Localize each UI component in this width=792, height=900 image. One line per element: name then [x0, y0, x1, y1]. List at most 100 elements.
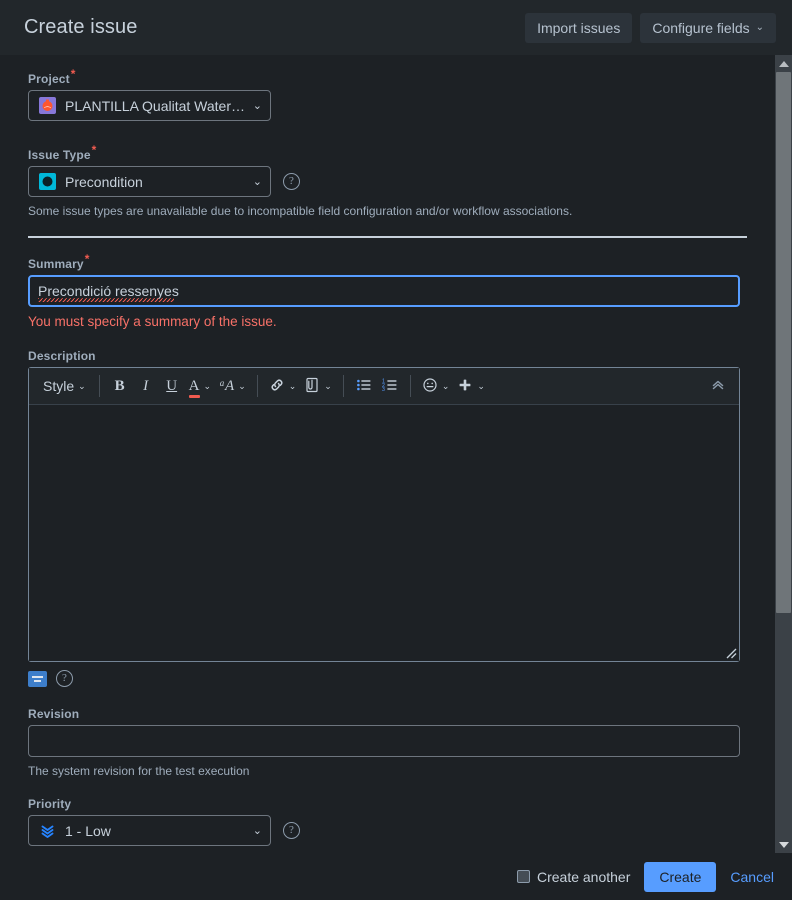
preview-icon[interactable] [28, 670, 47, 687]
page-title: Create issue [24, 16, 138, 38]
create-another-label: Create another [536, 868, 631, 885]
italic-button[interactable]: I [133, 373, 159, 399]
numbered-list-icon: 1 2 3 [382, 377, 398, 396]
import-issues-button[interactable]: Import issues [525, 12, 633, 43]
project-value: PLANTILLA Qualitat Waterf… [65, 97, 247, 114]
emoji-icon [422, 377, 438, 396]
scroll-up-button[interactable] [775, 55, 792, 72]
configure-fields-label: Configure fields [652, 19, 750, 36]
section-divider [28, 236, 747, 238]
create-issue-dialog: Create issue Import issues Configure fie… [0, 0, 792, 900]
resize-handle[interactable] [723, 645, 737, 659]
text-color-button[interactable]: A ⌄ [185, 373, 215, 399]
text-color-glyph: A [188, 377, 200, 394]
chevron-down-icon: ⌄ [252, 825, 262, 837]
scrollbar-thumb[interactable] [776, 72, 791, 613]
summary-input-wrap [28, 275, 740, 307]
bullet-list-button[interactable] [351, 373, 377, 399]
chevrons-up-icon [710, 377, 726, 396]
project-label: Project* [28, 67, 747, 86]
style-dropdown[interactable]: Style ⌄ [37, 373, 92, 399]
toolbar-separator [342, 375, 344, 397]
revision-label: Revision [28, 707, 80, 721]
bold-button[interactable]: B [107, 373, 133, 399]
chevron-down-icon: ⌄ [441, 380, 450, 391]
text-color-icon: A [188, 377, 200, 398]
attachment-icon [304, 377, 320, 396]
chevron-down-icon: ⌄ [252, 176, 262, 188]
chevron-down-icon: ⌄ [238, 380, 246, 391]
priority-row: 1 - Low ⌄ ? [28, 815, 747, 846]
editor-footer: ? [28, 670, 747, 687]
dialog-body: Project* PLANTILLA Qualitat Waterf… ⌄ Is… [0, 55, 792, 853]
chevron-down-icon: ⌄ [324, 380, 332, 391]
issue-type-label-text: Issue Type [28, 148, 91, 162]
issue-type-row: Precondition ⌄ ? [28, 166, 747, 197]
more-formatting-button[interactable]: ᵃA ⌄ [215, 373, 250, 399]
scroll-up-icon [778, 60, 789, 67]
chevron-down-icon: ⌄ [288, 380, 297, 391]
toolbar-separator [98, 375, 100, 397]
field-project: Project* PLANTILLA Qualitat Waterf… ⌄ [28, 67, 747, 121]
summary-input[interactable] [28, 275, 740, 307]
link-button[interactable]: ⌄ [265, 373, 301, 399]
issue-type-value: Precondition [65, 173, 143, 190]
summary-label: Summary* [28, 252, 747, 271]
configure-fields-button[interactable]: Configure fields ⌄ [640, 12, 776, 43]
description-help-icon[interactable]: ? [56, 670, 73, 687]
numbered-list-button[interactable]: 1 2 3 [377, 373, 403, 399]
create-another-checkbox[interactable]: Create another [516, 868, 631, 885]
description-label: Description [28, 349, 96, 363]
precondition-icon [39, 173, 56, 190]
bullet-list-icon [356, 377, 372, 396]
checkbox-box[interactable] [516, 870, 530, 883]
description-textarea[interactable] [29, 405, 739, 661]
required-marker: * [84, 252, 90, 266]
toolbar-separator [409, 375, 411, 397]
create-button[interactable]: Create [644, 861, 717, 892]
editor-toolbar: Style ⌄ B I U A ⌄ ᵃA ⌄ ⌄ ⌄ 1 2 3 ⌄ ⌄ [29, 368, 739, 405]
style-label: Style [43, 378, 75, 394]
emoji-button[interactable]: ⌄ [418, 373, 454, 399]
summary-label-text: Summary [28, 257, 84, 271]
issue-type-help-icon[interactable]: ? [283, 173, 300, 190]
priority-help-icon[interactable]: ? [283, 822, 300, 839]
issue-type-label: Issue Type* [28, 143, 747, 162]
dialog-header: Create issue Import issues Configure fie… [0, 0, 792, 55]
project-label-text: Project [28, 72, 70, 86]
svg-text:3: 3 [382, 387, 385, 393]
description-editor: Style ⌄ B I U A ⌄ ᵃA ⌄ ⌄ ⌄ 1 2 3 ⌄ ⌄ [28, 367, 740, 662]
revision-input[interactable] [28, 725, 740, 757]
more-formatting-icon: ᵃA [219, 377, 235, 394]
chevron-down-icon: ⌄ [203, 380, 212, 391]
attachment-button[interactable]: ⌄ [300, 373, 336, 399]
field-priority: Priority 1 - Low ⌄ ? [28, 797, 747, 846]
underline-button[interactable]: U [159, 373, 185, 399]
issue-type-select[interactable]: Precondition ⌄ [28, 166, 271, 197]
vertical-scrollbar[interactable] [775, 55, 792, 853]
field-summary: Summary* You must specify a summary of t… [28, 252, 747, 329]
field-revision: Revision The system revision for the tes… [28, 707, 747, 778]
chevron-down-icon: ⌄ [252, 100, 262, 112]
insert-more-button[interactable]: ⌄ [453, 373, 489, 399]
chevron-down-icon: ⌄ [755, 21, 764, 33]
project-select[interactable]: PLANTILLA Qualitat Waterf… ⌄ [28, 90, 271, 121]
priority-low-icon [39, 822, 56, 839]
priority-select[interactable]: 1 - Low ⌄ [28, 815, 271, 846]
issue-type-note: Some issue types are unavailable due to … [28, 204, 573, 218]
summary-error-message: You must specify a summary of the issue. [28, 314, 277, 329]
scroll-down-button[interactable] [775, 836, 792, 853]
cancel-button[interactable]: Cancel [730, 869, 774, 885]
link-icon [269, 377, 285, 396]
chevron-down-icon: ⌄ [78, 380, 86, 391]
collapse-toolbar-button[interactable] [705, 373, 731, 399]
field-issue-type: Issue Type* Precondition ⌄ ? Some issue … [28, 143, 747, 218]
scroll-down-icon [778, 841, 789, 848]
text-color-swatch [188, 394, 200, 398]
field-description: Description Style ⌄ B I U A ⌄ ᵃA ⌄ ⌄ ⌄ 1… [28, 349, 747, 687]
project-row: PLANTILLA Qualitat Waterf… ⌄ [28, 90, 747, 121]
toolbar-separator [256, 375, 258, 397]
required-marker: * [70, 67, 76, 81]
issue-form: Project* PLANTILLA Qualitat Waterf… ⌄ Is… [0, 55, 775, 853]
import-issues-label: Import issues [537, 19, 621, 36]
